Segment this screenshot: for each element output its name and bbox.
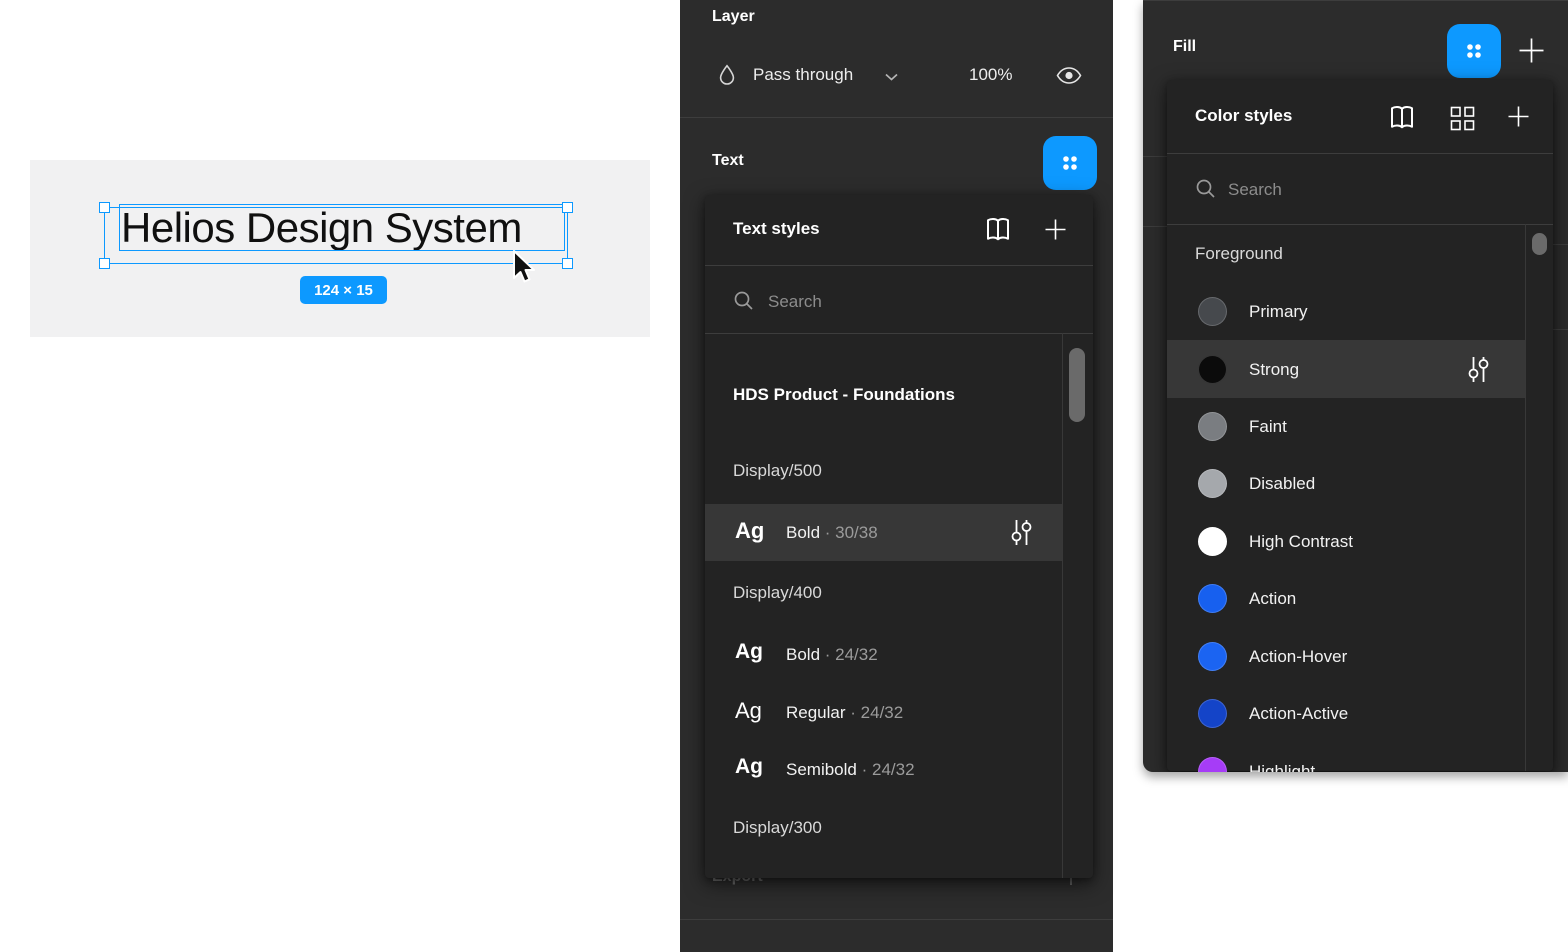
color-style-name: Highlight — [1249, 762, 1315, 772]
grid-view-icon[interactable] — [1450, 106, 1475, 131]
style-name: Semibold · 24/32 — [786, 760, 915, 780]
selection-box — [104, 207, 568, 264]
color-styles-popup: Color styles Search Foreground — [1167, 80, 1553, 771]
text-section-title: Text — [712, 152, 744, 170]
style-name: Bold · 30/38 — [786, 523, 878, 543]
panel-divider — [1553, 329, 1568, 330]
color-style-name: Primary — [1249, 302, 1308, 322]
style-meta: · 24/32 — [850, 703, 903, 722]
dimension-badge: 124 × 15 — [300, 276, 387, 304]
add-style-icon[interactable] — [1044, 218, 1067, 241]
selection-handle-bottom-right[interactable] — [562, 258, 573, 269]
search-input[interactable]: Search — [768, 292, 822, 312]
text-style-row[interactable]: Ag Semibold · 24/32 — [705, 740, 1063, 797]
text-styles-popup: Text styles Search HDS Product - Foundat… — [705, 195, 1093, 878]
color-swatch — [1198, 642, 1227, 671]
color-group-label: Foreground — [1195, 244, 1283, 264]
color-swatch — [1198, 297, 1227, 326]
opacity-value[interactable]: 100% — [969, 65, 1012, 85]
visibility-eye-icon[interactable] — [1056, 67, 1082, 84]
color-style-row[interactable]: Faint — [1167, 398, 1525, 455]
fill-panel: Fill Color styles — [1143, 0, 1568, 772]
style-group-label: Display/500 — [733, 461, 822, 481]
panel-divider — [1553, 244, 1568, 245]
blend-mode-dropdown[interactable]: Pass through — [753, 65, 853, 85]
text-style-row[interactable]: Ag Bold · 30/38 — [705, 504, 1063, 561]
color-style-row[interactable]: Strong — [1167, 340, 1525, 398]
section-divider — [680, 919, 1113, 920]
style-meta: · 24/32 — [862, 760, 915, 779]
panel-divider — [1143, 156, 1167, 157]
color-style-name: Strong — [1249, 360, 1299, 380]
applied-style-dots-icon — [1461, 38, 1487, 64]
search-icon — [733, 290, 754, 311]
color-swatch — [1198, 699, 1227, 728]
color-swatch — [1198, 469, 1227, 498]
style-name: Regular · 24/32 — [786, 703, 903, 723]
color-style-name: Action-Hover — [1249, 647, 1347, 667]
section-divider — [680, 117, 1113, 118]
style-sample: Ag — [735, 698, 762, 724]
style-sample: Ag — [735, 755, 763, 779]
selection-handle-top-right[interactable] — [562, 202, 573, 213]
text-style-row[interactable]: Ag Bold · 24/32 — [705, 625, 1063, 682]
color-style-row[interactable]: Action-Hover — [1167, 628, 1525, 685]
library-book-icon[interactable] — [983, 217, 1013, 242]
popup-divider — [705, 333, 1093, 334]
scrollbar-thumb[interactable] — [1069, 348, 1085, 422]
color-style-name: Action-Active — [1249, 704, 1348, 724]
add-fill-icon[interactable] — [1518, 37, 1545, 64]
popup-divider — [1167, 224, 1553, 225]
panel-divider — [1143, 226, 1167, 227]
cursor-icon — [511, 249, 541, 287]
chevron-down-icon[interactable] — [884, 72, 899, 82]
scrollbar-thumb[interactable] — [1532, 233, 1547, 255]
fill-style-applied-button[interactable] — [1447, 24, 1501, 78]
color-swatch — [1198, 412, 1227, 441]
figma-workspace: Helios Design System 124 × 15 Layer Pass… — [0, 0, 1568, 952]
text-styles-title: Text styles — [733, 219, 820, 239]
color-style-row[interactable]: High Contrast — [1167, 513, 1525, 570]
search-input[interactable]: Search — [1228, 180, 1282, 200]
color-swatch — [1198, 527, 1227, 556]
color-style-name: Faint — [1249, 417, 1287, 437]
applied-style-dots-icon — [1057, 150, 1083, 176]
selection-handle-top-left[interactable] — [99, 202, 110, 213]
style-sample: Ag — [735, 640, 763, 664]
color-style-name: Action — [1249, 589, 1296, 609]
color-style-row[interactable]: Disabled — [1167, 455, 1525, 512]
text-style-applied-button[interactable] — [1043, 136, 1097, 190]
style-group-label: Display/400 — [733, 583, 822, 603]
color-swatch — [1198, 757, 1227, 772]
color-style-row[interactable]: Primary — [1167, 283, 1525, 340]
edit-style-sliders-icon[interactable] — [1011, 519, 1032, 546]
scrollbar-track — [1062, 333, 1063, 878]
search-icon — [1195, 178, 1216, 199]
color-styles-title: Color styles — [1195, 106, 1292, 126]
selection-handle-bottom-left[interactable] — [99, 258, 110, 269]
color-style-name: Disabled — [1249, 474, 1315, 494]
color-style-row[interactable]: Action-Active — [1167, 685, 1525, 742]
library-book-icon[interactable] — [1387, 105, 1417, 130]
style-name: Bold · 24/32 — [786, 645, 878, 665]
popup-divider — [1167, 153, 1553, 154]
style-group-label: Display/300 — [733, 818, 822, 838]
color-style-row[interactable]: Highlight — [1167, 743, 1525, 772]
color-style-name: High Contrast — [1249, 532, 1353, 552]
style-meta: · 30/38 — [825, 523, 878, 542]
text-style-row[interactable]: Ag Regular · 24/32 — [705, 683, 1063, 740]
edit-style-sliders-icon[interactable] — [1468, 356, 1489, 383]
layer-section-title: Layer — [712, 8, 755, 26]
fill-section-title: Fill — [1173, 38, 1196, 56]
style-meta: · 24/32 — [825, 645, 878, 664]
blend-mode-icon — [718, 64, 736, 86]
library-name: HDS Product - Foundations — [733, 385, 955, 405]
color-swatch — [1198, 584, 1227, 613]
popup-divider — [705, 265, 1093, 266]
style-sample: Ag — [735, 518, 764, 544]
add-color-style-icon[interactable] — [1507, 105, 1530, 128]
color-style-row[interactable]: Action — [1167, 570, 1525, 627]
color-swatch — [1198, 355, 1227, 384]
scrollbar-track — [1525, 224, 1526, 771]
